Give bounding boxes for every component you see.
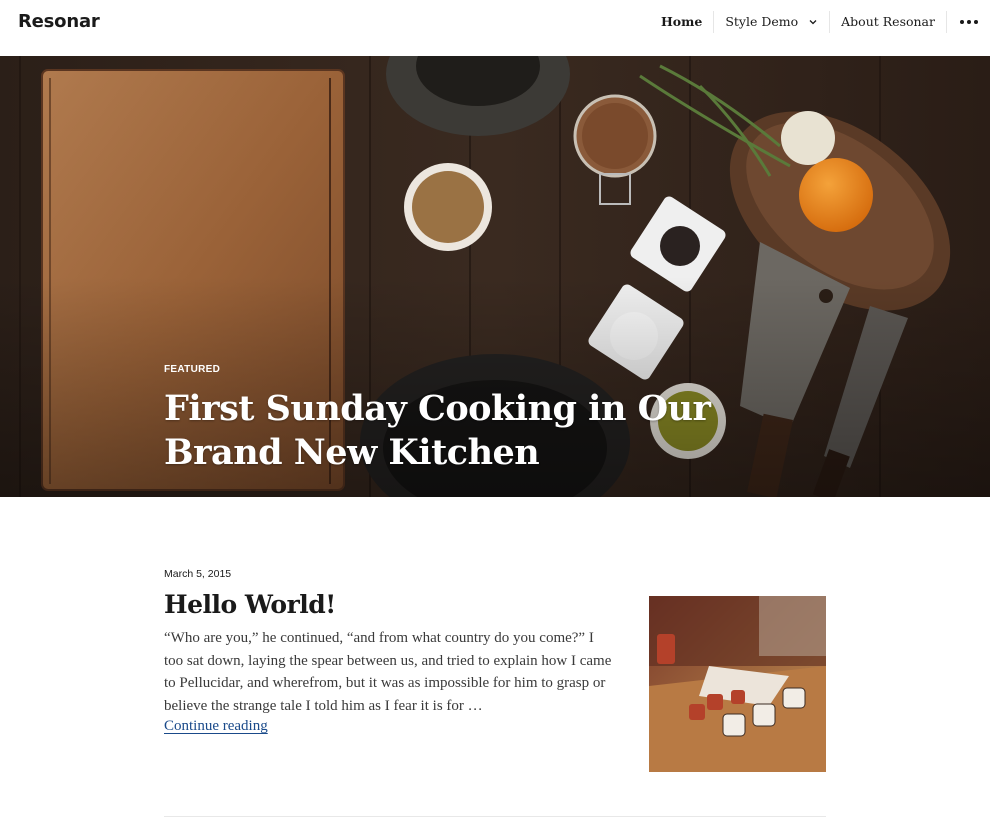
nav-item-about[interactable]: About Resonar xyxy=(829,11,946,33)
hero-post-title[interactable]: First Sunday Cooking in Our Brand New Ki… xyxy=(164,387,824,475)
more-dots-icon[interactable] xyxy=(946,11,990,33)
hero-text: FEATURED First Sunday Cooking in Our Bra… xyxy=(164,364,824,475)
post-divider xyxy=(164,816,826,817)
nav-item-label: About Resonar xyxy=(841,14,935,29)
featured-badge: FEATURED xyxy=(164,364,221,375)
nav-item-label: Home xyxy=(661,14,703,29)
post-thumbnail[interactable] xyxy=(649,596,826,772)
nav-item-label: Style Demo xyxy=(725,14,799,29)
site-title-link[interactable]: Resonar xyxy=(18,11,100,32)
featured-hero[interactable]: FEATURED First Sunday Cooking in Our Bra… xyxy=(0,56,990,497)
site-header: Resonar Home Style Demo About Resonar xyxy=(0,0,990,56)
post-date[interactable]: March 5, 2015 xyxy=(164,568,826,580)
chevron-down-icon xyxy=(809,20,817,25)
post-excerpt: “Who are you,” he continued, “and from w… xyxy=(164,630,612,714)
post-thumbnail-image xyxy=(649,596,826,772)
nav-item-style-demo[interactable]: Style Demo xyxy=(713,11,829,33)
nav-item-home[interactable]: Home xyxy=(650,11,713,33)
post-entry: March 5, 2015 Hello World! “Who are you,… xyxy=(164,568,826,772)
primary-nav: Home Style Demo About Resonar xyxy=(650,0,990,44)
continue-reading-link[interactable]: Continue reading xyxy=(164,718,268,735)
